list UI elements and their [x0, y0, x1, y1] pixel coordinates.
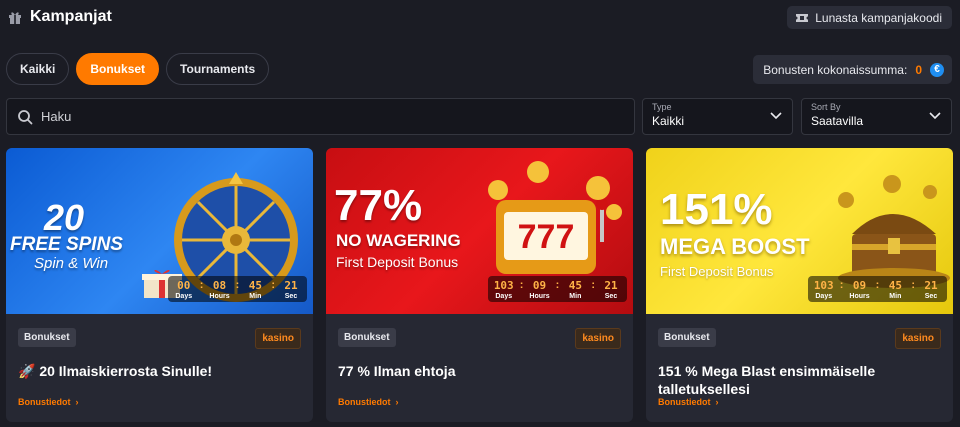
category-badge: Bonukset	[658, 328, 716, 347]
category-badge: Bonukset	[18, 328, 76, 347]
banner-subheadline: MEGA BOOST	[660, 234, 810, 259]
countdown-timer: 00 Days : 08 Hours : 45 Min : 21 Sec	[167, 276, 307, 302]
countdown-timer: 103 Days : 09 Hours : 45 Min : 21 Sec	[487, 276, 627, 302]
promo-banner[interactable]: 77% NO WAGERING First Deposit Bonus 777 …	[326, 148, 633, 314]
casino-badge: kasino	[895, 328, 941, 349]
banner-tagline: First Deposit Bonus	[336, 254, 459, 270]
timer-hours: 09	[532, 279, 547, 292]
banner-headline: 20	[44, 197, 85, 238]
timer-sec: 21	[284, 279, 298, 292]
casino-badge: kasino	[255, 328, 301, 349]
sort-select-value: Saatavilla	[811, 114, 864, 128]
timer-min-caption: Min	[249, 293, 262, 300]
banner-subheadline: NO WAGERING	[336, 231, 461, 250]
timer-days: 103	[493, 279, 514, 292]
timer-min: 45	[248, 279, 262, 292]
bonus-details-label: Bonustiedot	[18, 397, 71, 407]
timer-days: 103	[813, 279, 834, 292]
promo-title: 🚀 20 Ilmaiskierrosta Sinulle!	[18, 363, 213, 379]
timer-hours-caption: Hours	[849, 293, 870, 300]
timer-days: 00	[177, 279, 191, 292]
gift-icon	[9, 12, 21, 24]
chevron-right-icon: ›	[715, 397, 719, 407]
banner-subheadline: FREE SPINS	[10, 234, 123, 255]
timer-min: 45	[888, 279, 902, 292]
timer-min-caption: Min	[889, 293, 902, 300]
promo-card[interactable]: 77% NO WAGERING First Deposit Bonus 777 …	[326, 148, 633, 422]
timer-sec: 21	[924, 279, 938, 292]
bonus-details-link[interactable]: Bonustiedot ›	[18, 397, 79, 407]
banner-headline: 151%	[660, 185, 773, 234]
timer-days-caption: Days	[495, 293, 513, 300]
page-header: Kampanjat Lunasta kampanjakoodi	[0, 0, 960, 36]
bonus-total-label: Bonusten kokonaissumma:	[763, 62, 908, 77]
promo-banner[interactable]: 20 FREE SPINS Spin & Win 00 Days : 08 Ho…	[6, 148, 313, 314]
bonus-details-label: Bonustiedot	[658, 397, 711, 407]
bonus-details-link[interactable]: Bonustiedot ›	[338, 397, 399, 407]
chevron-right-icon: ›	[395, 397, 399, 407]
sort-select-label: Sort By	[811, 102, 841, 112]
promo-card[interactable]: 20 FREE SPINS Spin & Win 00 Days : 08 Ho…	[6, 148, 313, 422]
category-badge: Bonukset	[338, 328, 396, 347]
timer-days-caption: Days	[815, 293, 833, 300]
timer-sec-caption: Sec	[924, 293, 938, 300]
timer-sec-caption: Sec	[284, 293, 298, 300]
promo-banner[interactable]: 151% MEGA BOOST First Deposit Bonus 103 D…	[646, 148, 953, 314]
chevron-right-icon: ›	[75, 397, 79, 407]
banner-headline: 77%	[334, 181, 423, 230]
coins-icon	[488, 161, 622, 220]
countdown-timer: 103 Days : 09 Hours : 45 Min : 21 Sec	[807, 276, 947, 302]
filter-bonuses[interactable]: Bonukset	[76, 53, 160, 85]
filter-all[interactable]: Kaikki	[6, 53, 70, 85]
search-icon	[18, 109, 33, 124]
promo-title: 151 % Mega Blast ensimmäiselle talletuks…	[658, 363, 876, 397]
timer-min: 45	[568, 279, 582, 292]
timer-sec-caption: Sec	[604, 293, 618, 300]
banner-tagline: First Deposit Bonus	[660, 264, 774, 279]
chevron-down-icon	[770, 112, 782, 120]
slot-reels: 777	[517, 218, 575, 256]
timer-hours: 09	[852, 279, 867, 292]
sort-select[interactable]: Sort By Saatavilla	[801, 98, 952, 135]
redeem-code-button[interactable]: Lunasta kampanjakoodi	[787, 6, 952, 29]
search-input[interactable]	[41, 109, 601, 124]
bonus-details-link[interactable]: Bonustiedot ›	[658, 397, 719, 407]
timer-days-caption: Days	[175, 293, 193, 300]
ticket-icon	[796, 13, 809, 22]
timer-min-caption: Min	[569, 293, 582, 300]
title-group: Kampanjat	[8, 8, 112, 26]
promo-title: 77 % Ilman ehtoja	[338, 363, 456, 379]
filter-tournaments[interactable]: Tournaments	[166, 53, 270, 85]
timer-hours-caption: Hours	[529, 293, 550, 300]
page-title: Kampanjat	[30, 8, 112, 25]
promo-card[interactable]: 151% MEGA BOOST First Deposit Bonus 103 D…	[646, 148, 953, 422]
timer-hours-caption: Hours	[209, 293, 230, 300]
banner-tagline: Spin & Win	[34, 255, 109, 272]
type-select-label: Type	[652, 102, 672, 112]
type-select-value: Kaikki	[652, 114, 685, 128]
bonus-details-label: Bonustiedot	[338, 397, 391, 407]
bonus-total: Bonusten kokonaissumma: 0 €	[753, 55, 952, 84]
casino-badge: kasino	[575, 328, 621, 349]
chevron-down-icon	[929, 112, 941, 120]
timer-hours: 08	[212, 279, 227, 292]
redeem-code-label: Lunasta kampanjakoodi	[815, 10, 942, 25]
filter-tabs: Kaikki Bonukset Tournaments	[6, 53, 270, 85]
type-select[interactable]: Type Kaikki	[642, 98, 793, 135]
search-box	[6, 98, 635, 135]
euro-icon: €	[930, 62, 944, 77]
bonus-total-amount: 0	[915, 62, 922, 77]
timer-sec: 21	[604, 279, 618, 292]
